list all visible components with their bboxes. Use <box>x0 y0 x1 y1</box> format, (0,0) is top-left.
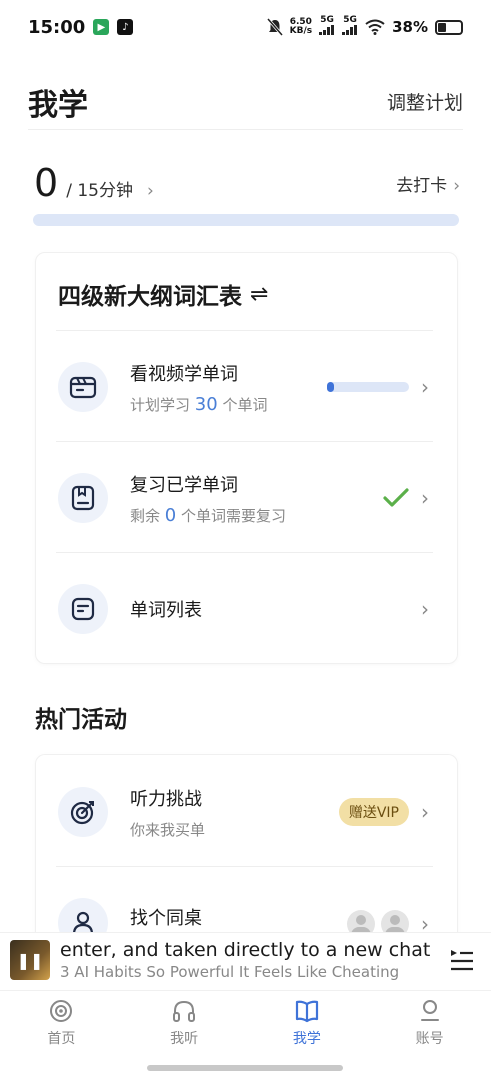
review-word-count: 0 <box>164 504 177 526</box>
video-clapper-icon <box>58 362 108 412</box>
account-icon <box>420 999 439 1021</box>
headphones-icon <box>173 1000 196 1022</box>
vip-badge: 赠送VIP <box>338 798 409 826</box>
review-words-row[interactable]: 复习已学单词 剩余 0 个单词需要复习 › <box>36 443 457 553</box>
divider <box>56 330 433 331</box>
row-title: 看视频学单词 <box>130 363 238 385</box>
row-title: 听力挑战 <box>130 788 202 810</box>
page-header: 我学 调整计划 <box>28 74 463 130</box>
status-time: 15:00 <box>28 16 86 38</box>
now-playing-subtitle: enter, and taken directly to a new chat … <box>60 939 430 961</box>
row-title: 单词列表 <box>130 600 202 621</box>
battery-percent: 38% <box>392 18 428 36</box>
battery-icon <box>435 19 463 35</box>
signal-icon-2: 5G <box>342 16 358 38</box>
minutes-goal: / 15分钟 <box>66 181 133 201</box>
list-card-icon <box>58 584 108 634</box>
daily-progress-bar <box>33 214 459 226</box>
word-list-row[interactable]: 单词列表 › <box>36 554 457 664</box>
checkmark-icon <box>383 488 409 507</box>
checkin-button[interactable]: 去打卡 › <box>396 171 460 196</box>
minutes-done: 0 <box>34 161 59 205</box>
chevron-right-icon: › <box>421 486 429 510</box>
signal-icon: 5G <box>319 16 335 38</box>
hot-activities-title: 热门活动 <box>35 707 127 733</box>
home-icon <box>50 999 73 1022</box>
network-speed: 6.50 KB/s <box>289 17 313 36</box>
mini-player[interactable]: ❚❚ enter, and taken directly to a new ch… <box>0 932 491 988</box>
wifi-icon <box>365 19 385 35</box>
tiktok-icon: ♪ <box>117 19 134 35</box>
divider <box>56 552 433 553</box>
wordbook-switcher[interactable]: 四级新大纲词汇表 ⇌ <box>58 277 268 311</box>
chevron-right-icon: › <box>421 375 429 399</box>
planned-word-count: 30 <box>194 393 218 415</box>
tab-study[interactable]: 我学 <box>267 998 347 1048</box>
status-bar: 15:00 ▶ ♪ 6.50 KB/s 5G 5G 38% <box>0 0 491 54</box>
notebook-icon <box>58 473 108 523</box>
learn-progress-fill <box>327 382 334 392</box>
page-title: 我学 <box>28 87 88 123</box>
row-title: 复习已学单词 <box>130 474 238 496</box>
chevron-right-icon: › <box>421 800 429 824</box>
row-subtitle: 你来我买单 <box>130 820 206 839</box>
book-icon <box>295 1000 318 1022</box>
row-subtitle: 剩余 0 个单词需要复习 <box>130 504 287 526</box>
now-playing: enter, and taken directly to a new chat … <box>60 939 430 981</box>
wordbook-card: 四级新大纲词汇表 ⇌ 看视频学单词 计划学习 30 个单词 › 复习已学单词 剩… <box>35 252 458 664</box>
app-notification-icon: ▶ <box>93 19 110 35</box>
pause-button[interactable]: ❚❚ <box>10 940 50 980</box>
now-playing-title: 3 AI Habits So Powerful It Feels Like Ch… <box>60 963 400 981</box>
swap-icon: ⇌ <box>250 281 269 307</box>
tab-listen[interactable]: 我听 <box>144 998 224 1048</box>
daily-summary: 0 / 15分钟 › 去打卡 › <box>34 158 460 208</box>
learn-progress-bar <box>327 382 409 392</box>
bottom-tab-bar: 首页 我听 我学 账号 <box>0 990 491 1054</box>
row-subtitle: 计划学习 30 个单词 <box>130 393 268 415</box>
checkin-label: 去打卡 <box>396 175 448 196</box>
divider <box>56 866 433 867</box>
learn-words-row[interactable]: 看视频学单词 计划学习 30 个单词 › <box>36 332 457 442</box>
chevron-right-icon: › <box>146 181 154 201</box>
listening-challenge-row[interactable]: 听力挑战 你来我买单 赠送VIP › <box>36 757 457 867</box>
divider <box>56 441 433 442</box>
chevron-right-icon: › <box>453 175 460 196</box>
home-indicator[interactable] <box>147 1065 343 1071</box>
mute-bell-icon <box>266 18 283 36</box>
row-title: 找个同桌 <box>130 908 202 929</box>
tab-account[interactable]: 账号 <box>390 998 470 1048</box>
chevron-right-icon: › <box>421 597 429 621</box>
wordbook-title: 四级新大纲词汇表 <box>58 284 242 310</box>
target-icon <box>58 787 108 837</box>
playlist-icon[interactable] <box>449 947 475 973</box>
study-time-link[interactable]: 0 / 15分钟 › <box>34 161 154 205</box>
adjust-plan-button[interactable]: 调整计划 <box>387 88 463 115</box>
tab-home[interactable]: 首页 <box>21 998 101 1048</box>
hot-activities-card: 听力挑战 你来我买单 赠送VIP › 找个同桌 › <box>35 754 458 948</box>
